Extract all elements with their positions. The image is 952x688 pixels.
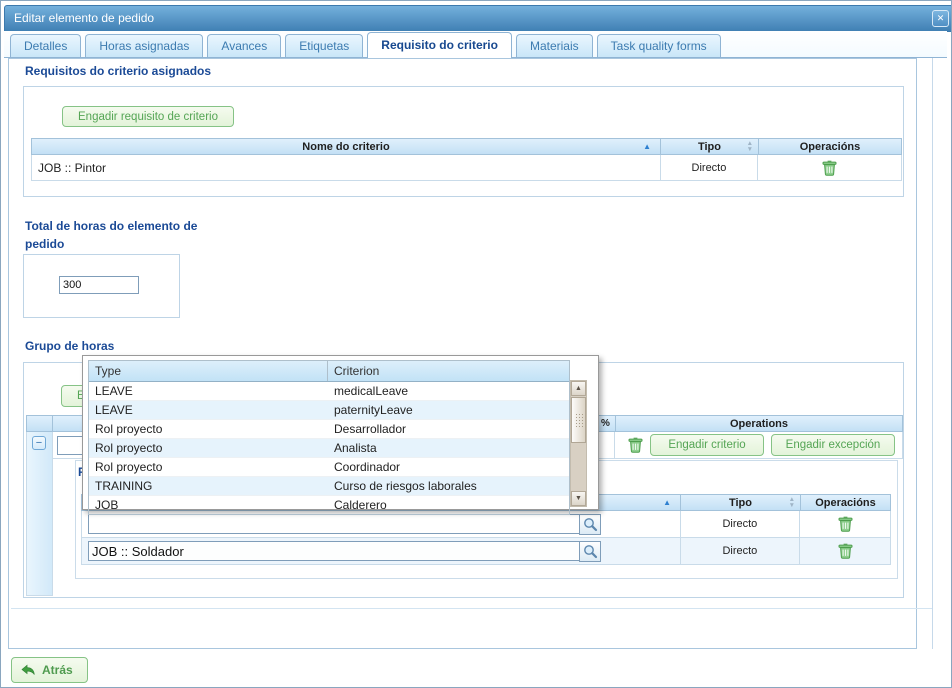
scroll-down-icon[interactable]: ▼ [571,491,586,506]
tab-detalles[interactable]: Detalles [10,34,81,57]
popup-option[interactable]: LEAVE paternityLeave [89,401,569,420]
table-row: JOB :: Pintor Directo [31,155,902,181]
total-hours-input[interactable] [59,276,139,294]
column-header-type[interactable]: Tipo ▲ ▼ [681,494,801,511]
requirement-type-cell: Directo [681,511,801,537]
popup-option[interactable]: Rol proyecto Desarrollador [89,420,569,439]
scroll-up-icon[interactable]: ▲ [571,381,586,396]
requirement-name-cell [82,538,681,564]
hours-group-heading: Grupo de horas [25,339,114,353]
add-exception-button[interactable]: Engadir excepción [771,434,896,456]
popup-option[interactable]: Rol proyecto Analista [89,439,569,458]
column-header-operations: Operacións [801,494,891,511]
back-arrow-icon [21,664,36,677]
criterion-picker-popup: Type Criterion LEAVE medicalLeave LEAVE … [82,355,599,510]
search-icon[interactable] [579,541,601,562]
column-header-operations: Operations [616,415,903,432]
popup-option[interactable]: Rol proyecto Coordinador [89,458,569,477]
operations-cell [800,538,890,564]
popup-header-row: Type Criterion [89,361,569,382]
column-header-operations: Operacións [759,138,902,155]
popup-option[interactable]: JOB Calderero [89,496,569,514]
criterion-type-cell: Directo [661,155,759,180]
requirement-row: Directo [81,538,891,565]
popup-column-type: Type [89,361,328,381]
criterion-search-input[interactable] [88,514,580,534]
add-criterion-button[interactable]: Engadir criterio [650,434,763,456]
dialog-title: Editar elemento de pedido [14,11,154,25]
expand-column [26,432,53,596]
panel-right-divider [932,58,933,649]
tab-horas-asignadas[interactable]: Horas asignadas [85,34,203,57]
group-operations-cell: Engadir criterio Engadir excepción [615,432,902,458]
column-header-percent: % [596,415,616,432]
close-icon[interactable]: ✕ [932,10,949,27]
dialog-titlebar: Editar elemento de pedido ✕ [4,5,952,32]
criterion-search-input[interactable] [88,541,580,561]
operations-cell [800,511,890,537]
requirement-type-cell: Directo [681,538,801,564]
sort-ascending-icon[interactable]: ▲ [663,499,671,507]
column-header-expand [26,415,53,432]
total-hours-heading: Total de horas do elemento de pedido [25,217,210,253]
tab-task-quality-forms[interactable]: Task quality forms [597,34,721,57]
column-header-type[interactable]: Tipo ▲ ▼ [661,138,759,155]
sort-toggle-icon[interactable]: ▲ ▼ [747,141,753,153]
assigned-requirements-table-header: Nome do criterio ▲ Tipo ▲ ▼ Operacións [31,138,902,155]
popup-option[interactable]: TRAINING Curso de riesgos laborales [89,477,569,496]
delete-trash-icon[interactable] [838,516,853,532]
panel-bottom-divider [11,608,932,609]
tab-etiquetas[interactable]: Etiquetas [285,34,363,57]
back-button[interactable]: Atrás [11,657,88,683]
add-criterion-requirement-button[interactable]: Engadir requisito de criterio [62,106,234,127]
delete-trash-icon[interactable] [838,543,853,559]
requirement-row: Directo [81,511,891,538]
assigned-requirements-heading: Requisitos do criterio asignados [25,64,211,78]
popup-scrollbar[interactable]: ▲ ▼ [570,380,587,507]
delete-trash-icon[interactable] [822,160,837,176]
popup-column-criterion: Criterion [328,361,569,381]
scrollbar-thumb[interactable] [571,397,586,443]
tab-avances[interactable]: Avances [207,34,281,57]
tab-bar: Detalles Horas asignadas Avances Etiquet… [4,31,947,58]
operations-cell [758,155,901,180]
popup-option[interactable]: LEAVE medicalLeave [89,382,569,401]
column-header-name[interactable]: Nome do criterio ▲ [31,138,661,155]
criterion-picker-table: Type Criterion LEAVE medicalLeave LEAVE … [88,360,570,515]
sort-ascending-icon[interactable]: ▲ [643,143,651,151]
search-icon[interactable] [579,514,601,535]
collapse-minus-icon[interactable]: − [32,436,46,450]
tab-materiais[interactable]: Materiais [516,34,593,57]
delete-trash-icon[interactable] [628,437,643,453]
criterion-name-cell: JOB :: Pintor [32,155,661,180]
tab-requisito-do-criterio[interactable]: Requisito do criterio [367,32,512,58]
edit-order-element-dialog: Editar elemento de pedido ✕ Detalles Hor… [0,0,952,688]
sort-toggle-icon[interactable]: ▲ ▼ [789,497,795,509]
